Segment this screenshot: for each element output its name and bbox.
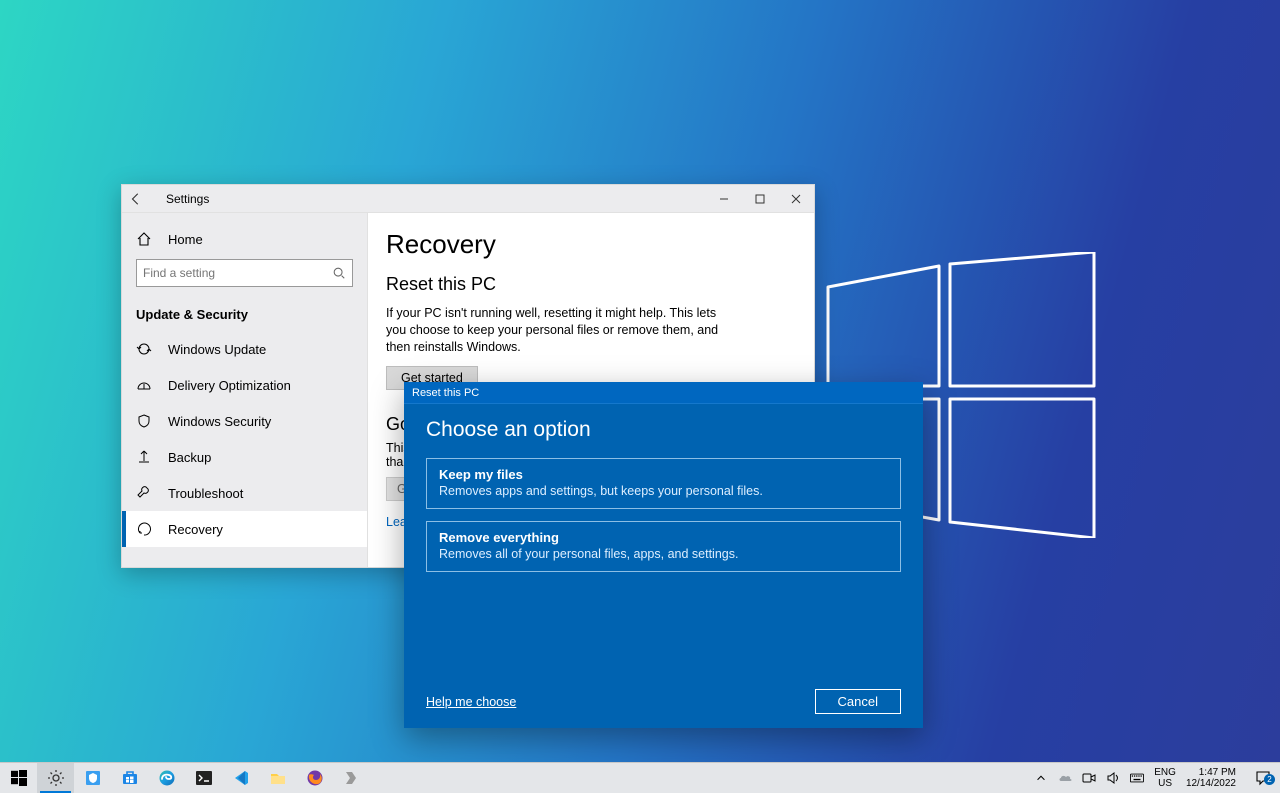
start-button[interactable] xyxy=(0,763,37,793)
tray-lang-bottom: US xyxy=(1158,778,1172,789)
tray-meet-now-icon[interactable] xyxy=(1082,771,1096,785)
maximize-button[interactable] xyxy=(742,185,778,213)
sidebar-item-windows-security[interactable]: Windows Security xyxy=(122,403,367,439)
recovery-icon xyxy=(136,521,152,537)
tray-keyboard-icon[interactable] xyxy=(1130,771,1144,785)
tray-lang-top: ENG xyxy=(1154,767,1176,778)
tray-volume-icon[interactable] xyxy=(1106,771,1120,785)
reset-pc-dialog: Reset this PC Choose an option Keep my f… xyxy=(404,382,923,728)
sidebar-item-label: Windows Update xyxy=(168,342,266,357)
taskbar: ENG US 1:47 PM 12/14/2022 2 xyxy=(0,762,1280,793)
tray-language[interactable]: ENG US xyxy=(1154,767,1176,789)
sidebar-item-delivery-optimization[interactable]: Delivery Optimization xyxy=(122,367,367,403)
page-title: Recovery xyxy=(386,229,796,260)
sidebar-home-label: Home xyxy=(168,232,203,247)
reset-option-title: Keep my files xyxy=(439,467,888,482)
search-input[interactable] xyxy=(143,266,332,280)
taskbar-store[interactable] xyxy=(111,763,148,793)
tray-action-center[interactable]: 2 xyxy=(1250,770,1276,786)
action-center-badge: 2 xyxy=(1264,774,1275,785)
sidebar-item-recovery[interactable]: Recovery xyxy=(122,511,367,547)
taskbar-settings[interactable] xyxy=(37,763,74,793)
cancel-button[interactable]: Cancel xyxy=(815,689,901,714)
tray-clock[interactable]: 1:47 PM 12/14/2022 xyxy=(1186,767,1236,789)
sidebar-item-label: Windows Security xyxy=(168,414,271,429)
taskbar-generic-app[interactable] xyxy=(333,763,370,793)
sidebar-item-backup[interactable]: Backup xyxy=(122,439,367,475)
shield-icon xyxy=(136,413,152,429)
settings-titlebar[interactable]: Settings xyxy=(122,185,814,213)
help-me-choose-link[interactable]: Help me choose xyxy=(426,695,516,709)
reset-option-desc: Removes apps and settings, but keeps you… xyxy=(439,484,888,498)
window-controls xyxy=(706,185,814,213)
reset-option-title: Remove everything xyxy=(439,530,888,545)
sidebar-item-windows-update[interactable]: Windows Update xyxy=(122,331,367,367)
sidebar-item-label: Troubleshoot xyxy=(168,486,243,501)
reset-section-heading: Reset this PC xyxy=(386,274,796,295)
taskbar-firefox[interactable] xyxy=(296,763,333,793)
sidebar-section-header: Update & Security xyxy=(122,297,367,331)
sidebar-home[interactable]: Home xyxy=(122,223,367,255)
reset-dialog-heading: Choose an option xyxy=(426,418,901,442)
tray-chevron-up-icon[interactable] xyxy=(1034,771,1048,785)
close-button[interactable] xyxy=(778,185,814,213)
reset-section-description: If your PC isn't running well, resetting… xyxy=(386,305,736,356)
taskbar-edge[interactable] xyxy=(148,763,185,793)
reset-option-desc: Removes all of your personal files, apps… xyxy=(439,547,888,561)
tray-date: 12/14/2022 xyxy=(1186,778,1236,789)
reset-dialog-title: Reset this PC xyxy=(412,387,479,399)
tray-time: 1:47 PM xyxy=(1199,767,1236,778)
taskbar-explorer[interactable] xyxy=(259,763,296,793)
home-icon xyxy=(136,231,152,247)
tray-onedrive-icon[interactable] xyxy=(1058,771,1072,785)
sidebar-item-label: Recovery xyxy=(168,522,223,537)
search-icon xyxy=(332,266,346,280)
optimization-icon xyxy=(136,377,152,393)
taskbar-terminal[interactable] xyxy=(185,763,222,793)
reset-option-keep-files[interactable]: Keep my files Removes apps and settings,… xyxy=(426,458,901,509)
window-title: Settings xyxy=(166,192,209,206)
reset-option-remove-everything[interactable]: Remove everything Removes all of your pe… xyxy=(426,521,901,572)
search-input-wrapper[interactable] xyxy=(136,259,353,287)
settings-sidebar: Home Update & Security Windows Update xyxy=(122,213,368,567)
taskbar-vscode[interactable] xyxy=(222,763,259,793)
sidebar-item-troubleshoot[interactable]: Troubleshoot xyxy=(122,475,367,511)
wrench-icon xyxy=(136,485,152,501)
system-tray: ENG US 1:47 PM 12/14/2022 2 xyxy=(1030,763,1280,793)
taskbar-security[interactable] xyxy=(74,763,111,793)
sync-icon xyxy=(136,341,152,357)
sidebar-item-label: Delivery Optimization xyxy=(168,378,291,393)
reset-dialog-titlebar[interactable]: Reset this PC xyxy=(404,382,923,404)
backup-icon xyxy=(136,449,152,465)
minimize-button[interactable] xyxy=(706,185,742,213)
sidebar-item-label: Backup xyxy=(168,450,211,465)
back-button[interactable] xyxy=(122,185,150,213)
